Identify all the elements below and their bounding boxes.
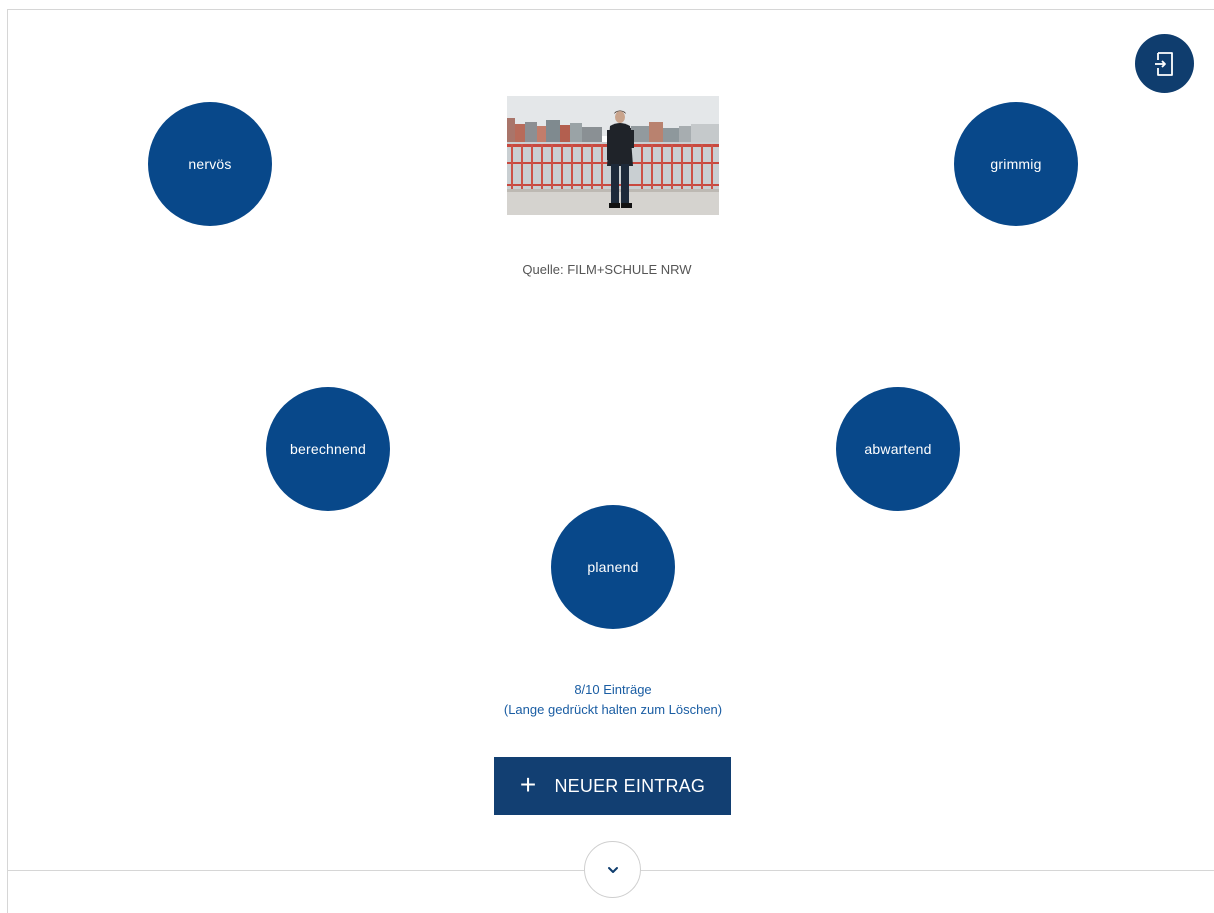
entry-count-text: 8/10 Einträge <box>574 682 652 697</box>
plus-icon: + <box>519 768 537 800</box>
chevron-down-icon <box>607 866 618 873</box>
scene-photo <box>507 96 719 215</box>
frame-top-border <box>7 9 1214 10</box>
entry-bubble-abwartend[interactable]: abwartend <box>836 387 960 511</box>
entry-bubble-berechnend[interactable]: berechnend <box>266 387 390 511</box>
entry-bubble-grimmig[interactable]: grimmig <box>954 102 1078 226</box>
entry-count-status: 8/10 Einträge (Lange gedrückt halten zum… <box>400 680 826 720</box>
board-canvas: Quelle: FILM+SCHULE NRW nervös grimmig b… <box>0 0 1214 913</box>
scroll-down-button[interactable] <box>584 841 641 898</box>
export-file-icon <box>1154 51 1173 76</box>
delete-hint-text: (Lange gedrückt halten zum Löschen) <box>503 702 723 717</box>
frame-left-border <box>7 9 8 913</box>
new-entry-label: NEUER EINTRAG <box>554 775 706 796</box>
entry-bubble-planend[interactable]: planend <box>551 505 675 629</box>
new-entry-button[interactable]: + NEUER EINTRAG <box>494 757 731 815</box>
entry-label: berechnend <box>290 441 366 457</box>
entry-label: planend <box>587 559 639 575</box>
export-button[interactable] <box>1135 34 1194 93</box>
entry-label: nervös <box>188 156 232 172</box>
entry-bubble-nervoes[interactable]: nervös <box>148 102 272 226</box>
image-source-caption: Quelle: FILM+SCHULE NRW <box>522 262 692 277</box>
entry-label: grimmig <box>990 156 1042 172</box>
entry-label: abwartend <box>864 441 932 457</box>
